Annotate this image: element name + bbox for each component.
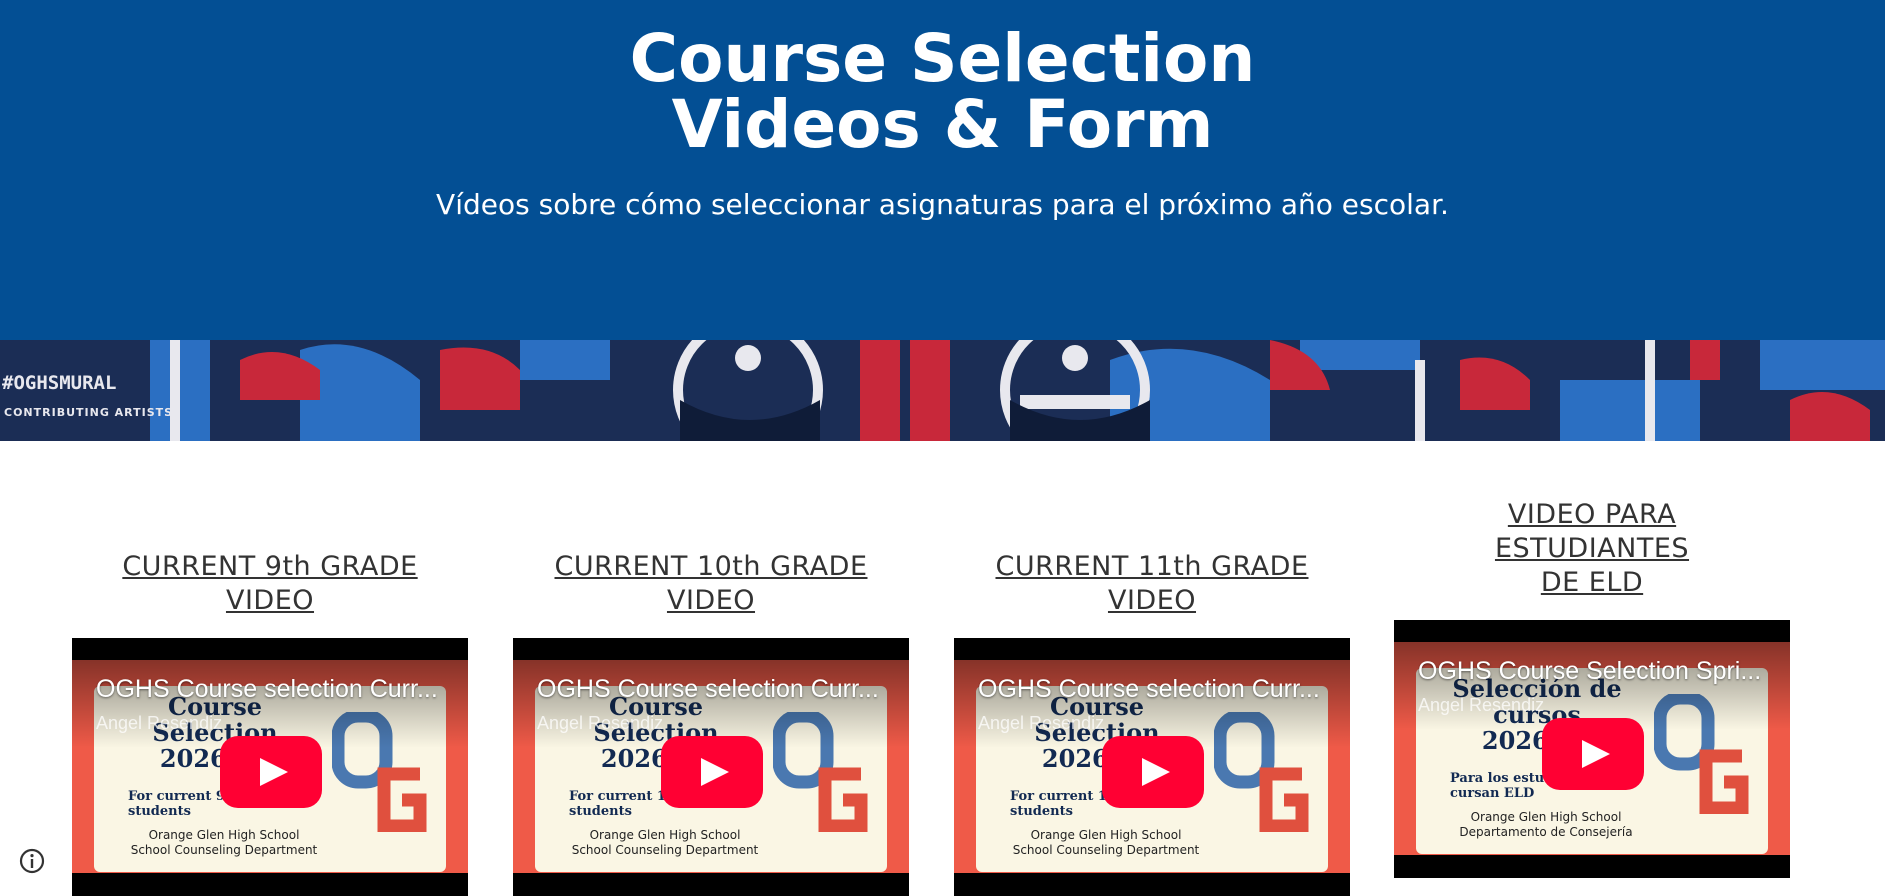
thumbnail-school-line2: School Counseling Department [571, 843, 759, 857]
mural-banner-image: #OGHSMURAL CONTRIBUTING ARTISTS: [0, 340, 1885, 441]
video-channel[interactable]: Angel Resendiz [537, 712, 663, 734]
page-title-line1: Course Selection [629, 20, 1256, 97]
video-link-line1: CURRENT 9th GRADE [122, 551, 418, 582]
youtube-play-icon[interactable] [1102, 736, 1204, 808]
thumbnail-school-line1: Orange Glen High School [148, 828, 300, 842]
thumbnail-school: Orange Glen High School School Counselin… [555, 828, 775, 858]
hero-banner: Course Selection Videos & Form Vídeos so… [0, 0, 1885, 340]
youtube-play-icon[interactable] [1542, 718, 1644, 790]
page-subtitle: Vídeos sobre cómo seleccionar asignatura… [436, 188, 1449, 221]
video-link-line2: VIDEO [666, 585, 756, 616]
video-link-line1: CURRENT 10th GRADE [554, 551, 868, 582]
video-link-line2: ESTUDIANTES [1494, 533, 1690, 564]
thumbnail-school-line1: Orange Glen High School [1030, 828, 1182, 842]
thumbnail-school: Orange Glen High School Departamento de … [1436, 810, 1656, 840]
video-channel[interactable]: Angel Resendiz [1418, 694, 1544, 716]
video-link-10th[interactable]: CURRENT 10th GRADE VIDEO [513, 550, 909, 618]
thumbnail-school-line2: School Counseling Department [130, 843, 318, 857]
video-title[interactable]: OGHS Course selection Curr... [978, 674, 1338, 704]
mural-artists-label: CONTRIBUTING ARTISTS: [4, 406, 179, 419]
video-embed-10th[interactable]: Course Selection 2026-27 For current 10t… [513, 638, 909, 896]
youtube-play-icon[interactable] [220, 736, 322, 808]
thumbnail-school-line1: Orange Glen High School [1470, 810, 1622, 824]
video-embed-9th[interactable]: Course Selection 2026-27 For current 9th… [72, 638, 468, 896]
video-embed-eld[interactable]: Selección de cursos 2026-27 Para los est… [1394, 620, 1790, 878]
video-link-line3: DE ELD [1540, 567, 1644, 598]
page-title-line2: Videos & Form [671, 86, 1214, 163]
info-icon [19, 848, 45, 874]
video-embed-11th[interactable]: Course Selection 2026-27 For current 11t… [954, 638, 1350, 896]
video-channel[interactable]: Angel Resendiz [978, 712, 1104, 734]
video-link-eld[interactable]: VIDEO PARA ESTUDIANTES DE ELD [1394, 498, 1790, 600]
video-link-line2: VIDEO [225, 585, 315, 616]
video-title[interactable]: OGHS Course selection Curr... [96, 674, 456, 704]
page-title: Course Selection Videos & Form [0, 26, 1885, 158]
video-title[interactable]: OGHS Course selection Curr... [537, 674, 897, 704]
video-link-line2: VIDEO [1107, 585, 1197, 616]
thumbnail-school-line2: School Counseling Department [1012, 843, 1200, 857]
mural-hashtag: #OGHSMURAL [2, 372, 117, 394]
thumbnail-school: Orange Glen High School School Counselin… [996, 828, 1216, 858]
video-link-9th[interactable]: CURRENT 9th GRADE VIDEO [72, 550, 468, 618]
video-link-11th[interactable]: CURRENT 11th GRADE VIDEO [954, 550, 1350, 618]
site-info-button[interactable] [14, 843, 50, 879]
thumbnail-school-line2: Departamento de Consejería [1459, 825, 1633, 839]
video-title[interactable]: OGHS Course Selection Spri... [1418, 656, 1778, 686]
video-link-line1: CURRENT 11th GRADE [995, 551, 1309, 582]
youtube-play-icon[interactable] [661, 736, 763, 808]
thumbnail-school-line1: Orange Glen High School [589, 828, 741, 842]
video-link-line1: VIDEO PARA [1507, 499, 1677, 530]
video-channel[interactable]: Angel Resendiz [96, 712, 222, 734]
thumbnail-school: Orange Glen High School School Counselin… [114, 828, 334, 858]
